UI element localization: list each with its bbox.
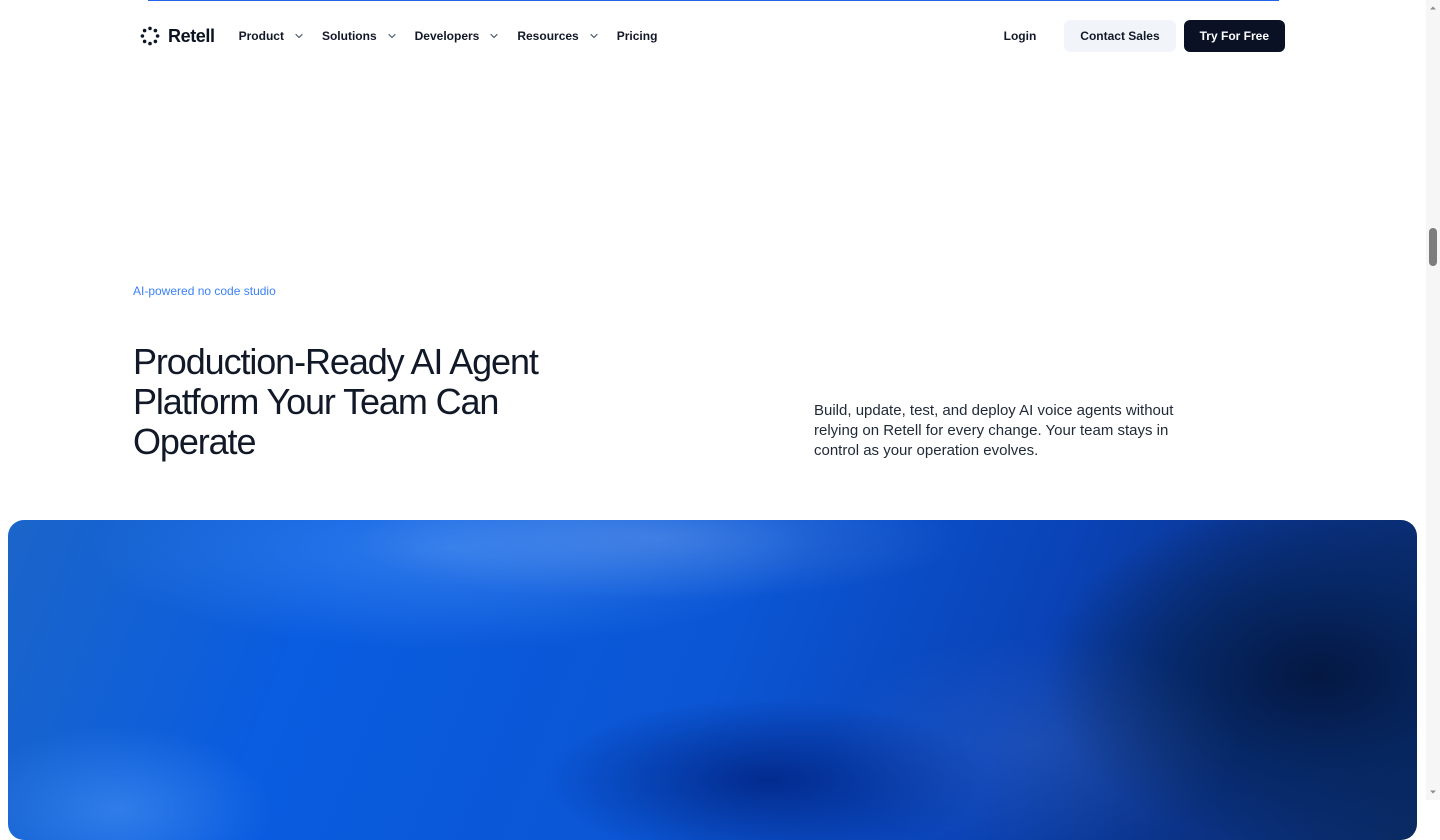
contact-sales-button[interactable]: Contact Sales bbox=[1064, 20, 1176, 52]
nav-pricing[interactable]: Pricing bbox=[617, 20, 658, 52]
nav-solutions[interactable]: Solutions bbox=[322, 20, 397, 52]
nav-resources-label: Resources bbox=[517, 29, 579, 43]
nav-developers-label: Developers bbox=[414, 29, 480, 43]
header-actions: Login Contact Sales Try For Free bbox=[990, 20, 1285, 52]
nav-resources[interactable]: Resources bbox=[517, 20, 598, 52]
hero-title: Production-Ready AI Agent Platform Your … bbox=[133, 341, 539, 462]
try-for-free-button[interactable]: Try For Free bbox=[1183, 20, 1285, 52]
top-navigation: Retell Product Solutions Developers Reso… bbox=[132, 20, 1285, 52]
scroll-down-arrow-icon[interactable] bbox=[1429, 788, 1437, 796]
login-button[interactable]: Login bbox=[990, 20, 1051, 52]
top-accent-line bbox=[148, 0, 1279, 1]
nav-product[interactable]: Product bbox=[239, 20, 304, 52]
nav-pricing-label: Pricing bbox=[616, 29, 658, 43]
chevron-down-icon bbox=[295, 33, 303, 39]
hero-eyebrow: AI-powered no code studio bbox=[133, 284, 276, 298]
chevron-down-icon bbox=[590, 33, 598, 39]
page-scrollbar[interactable] bbox=[1426, 0, 1440, 800]
main-nav: Product Solutions Developers Resources P bbox=[239, 20, 676, 52]
chevron-down-icon bbox=[388, 33, 396, 39]
hero-gradient-highlight bbox=[8, 520, 1417, 840]
scrollbar-thumb[interactable] bbox=[1429, 228, 1437, 266]
chevron-down-icon bbox=[490, 33, 498, 39]
nav-solutions-label: Solutions bbox=[321, 29, 377, 43]
nav-product-label: Product bbox=[238, 29, 284, 43]
logo-text: Retell bbox=[168, 25, 215, 46]
scroll-up-arrow-icon[interactable] bbox=[1429, 4, 1437, 12]
hero-gradient-banner bbox=[8, 520, 1417, 840]
nav-developers[interactable]: Developers bbox=[415, 20, 500, 52]
hero-description: Build, update, test, and deploy AI voice… bbox=[814, 402, 1174, 459]
dotted-circle-icon bbox=[140, 26, 160, 46]
retell-logo[interactable]: Retell bbox=[140, 20, 215, 52]
